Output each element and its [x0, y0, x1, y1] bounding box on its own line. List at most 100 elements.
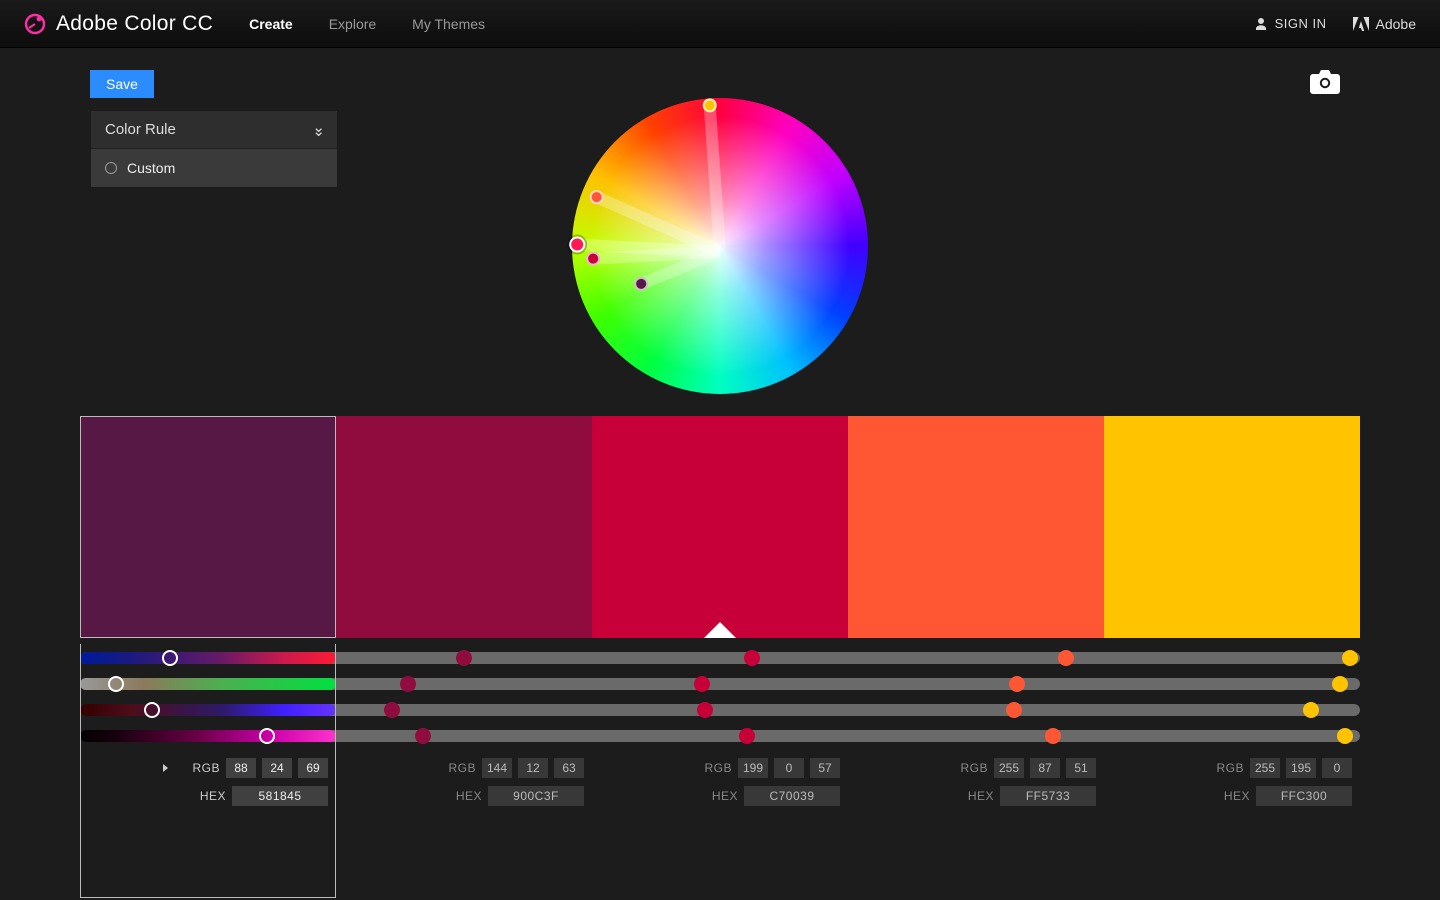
- slider-handle[interactable]: [1332, 676, 1348, 692]
- rgb-value[interactable]: 69: [298, 758, 328, 778]
- wheel-handle[interactable]: [569, 236, 586, 253]
- slider-handle[interactable]: [1303, 702, 1319, 718]
- slider-track-0[interactable]: [80, 652, 1360, 664]
- wheel-arm[interactable]: [704, 104, 726, 252]
- swatch-0[interactable]: [80, 416, 336, 638]
- swatch-row: [80, 416, 1360, 638]
- camera-icon: [1310, 70, 1340, 94]
- rgb-value[interactable]: 63: [554, 758, 584, 778]
- hex-label: HEX: [694, 789, 738, 803]
- nav-create[interactable]: Create: [249, 16, 293, 32]
- rgb-value[interactable]: 144: [482, 758, 512, 778]
- rgb-value[interactable]: 51: [1066, 758, 1096, 778]
- color-wheel[interactable]: [572, 98, 868, 394]
- rgb-value[interactable]: 24: [262, 758, 292, 778]
- app-name: Adobe Color CC: [56, 12, 213, 36]
- hex-label: HEX: [182, 789, 226, 803]
- sign-in-button[interactable]: SIGN IN: [1254, 16, 1327, 31]
- swatch-3[interactable]: [848, 416, 1104, 638]
- value-column-2: RGB 199 0 57 HEX C70039: [592, 758, 848, 806]
- camera-button[interactable]: [1310, 70, 1340, 99]
- color-wheel-logo-icon: [24, 13, 46, 35]
- active-gradient: [80, 704, 336, 716]
- rgb-value[interactable]: 0: [774, 758, 804, 778]
- hex-label: HEX: [438, 789, 482, 803]
- rgb-value[interactable]: 57: [810, 758, 840, 778]
- rgb-label: RGB: [944, 761, 988, 775]
- adobe-a-icon: [1353, 17, 1369, 31]
- nav-explore[interactable]: Explore: [329, 16, 376, 32]
- slider-track-1[interactable]: [80, 678, 1360, 690]
- slider-handle[interactable]: [1006, 702, 1022, 718]
- slider-handle[interactable]: [1337, 728, 1353, 744]
- slider-handle[interactable]: [1045, 728, 1061, 744]
- value-column-0: RGB 88 24 69 HEX 581845: [80, 758, 336, 806]
- rgb-value[interactable]: 12: [518, 758, 548, 778]
- hex-value[interactable]: C70039: [744, 786, 840, 806]
- rgb-value[interactable]: 0: [1322, 758, 1352, 778]
- slider-handle[interactable]: [739, 728, 755, 744]
- wheel-handle[interactable]: [587, 188, 605, 206]
- user-icon: [1254, 17, 1268, 31]
- slider-panel: RGB882469HEX581845RGB1441263HEX900C3FRGB…: [80, 652, 1360, 806]
- triangle-right-icon: [163, 764, 168, 772]
- slider-handle[interactable]: [259, 728, 275, 744]
- slider-handle[interactable]: [144, 702, 160, 718]
- wheel-handle[interactable]: [702, 98, 717, 113]
- topbar: Adobe Color CC Create Explore My Themes …: [0, 0, 1440, 48]
- rgb-label: RGB: [432, 761, 476, 775]
- slider-track-3[interactable]: [80, 730, 1360, 742]
- chevron-down-icon: ⌄⌄: [312, 124, 323, 136]
- slider-handle[interactable]: [456, 650, 472, 666]
- value-column-1: RGB 144 12 63 HEX 900C3F: [336, 758, 592, 806]
- slider-handle[interactable]: [108, 676, 124, 692]
- slider-handle[interactable]: [744, 650, 760, 666]
- base-color-marker: [704, 622, 736, 638]
- color-rule-toggle[interactable]: Color Rule ⌄⌄: [91, 111, 337, 149]
- rgb-label: RGB: [688, 761, 732, 775]
- rgb-value[interactable]: 199: [738, 758, 768, 778]
- rgb-label: RGB: [176, 761, 220, 775]
- radio-icon: [105, 162, 117, 174]
- rgb-label: RGB: [1200, 761, 1244, 775]
- hex-value[interactable]: 581845: [232, 786, 328, 806]
- color-rule-option-custom[interactable]: Custom: [91, 149, 337, 187]
- slider-handle[interactable]: [384, 702, 400, 718]
- slider-track-2[interactable]: [80, 704, 1360, 716]
- slider-handle[interactable]: [1009, 676, 1025, 692]
- content-area: Save Color Rule ⌄⌄ Custom RGB 88 24 69 HEX 58…: [0, 48, 1440, 806]
- rgb-value[interactable]: 255: [994, 758, 1024, 778]
- save-button[interactable]: Save: [90, 70, 154, 98]
- wheel-handle[interactable]: [632, 275, 650, 293]
- app-logo: Adobe Color CC: [24, 12, 213, 36]
- hex-value[interactable]: FFC300: [1256, 786, 1352, 806]
- slider-handle[interactable]: [694, 676, 710, 692]
- rgb-value[interactable]: 87: [1030, 758, 1060, 778]
- hex-value[interactable]: 900C3F: [488, 786, 584, 806]
- slider-handle[interactable]: [1342, 650, 1358, 666]
- slider-handle[interactable]: [400, 676, 416, 692]
- active-gradient: [80, 730, 336, 742]
- slider-handle[interactable]: [415, 728, 431, 744]
- topbar-right: SIGN IN Adobe: [1254, 16, 1416, 32]
- hex-label: HEX: [950, 789, 994, 803]
- hex-value[interactable]: FF5733: [1000, 786, 1096, 806]
- value-column-3: RGB 255 87 51 HEX FF5733: [848, 758, 1104, 806]
- nav-my-themes[interactable]: My Themes: [412, 16, 485, 32]
- slider-handle[interactable]: [162, 650, 178, 666]
- rgb-value[interactable]: 88: [226, 758, 256, 778]
- rgb-value[interactable]: 255: [1250, 758, 1280, 778]
- swatch-1[interactable]: [336, 416, 592, 638]
- slider-handle[interactable]: [1058, 650, 1074, 666]
- wheel-handle[interactable]: [586, 251, 601, 266]
- hex-label: HEX: [1206, 789, 1250, 803]
- adobe-link[interactable]: Adobe: [1353, 16, 1416, 32]
- swatch-4[interactable]: [1104, 416, 1360, 638]
- color-rule-title: Color Rule: [105, 121, 176, 138]
- rgb-value[interactable]: 195: [1286, 758, 1316, 778]
- active-gradient: [80, 652, 336, 664]
- slider-handle[interactable]: [697, 702, 713, 718]
- swatch-2[interactable]: [592, 416, 848, 638]
- color-rule-panel: Color Rule ⌄⌄ Custom: [90, 110, 338, 188]
- main-nav: Create Explore My Themes: [249, 16, 485, 32]
